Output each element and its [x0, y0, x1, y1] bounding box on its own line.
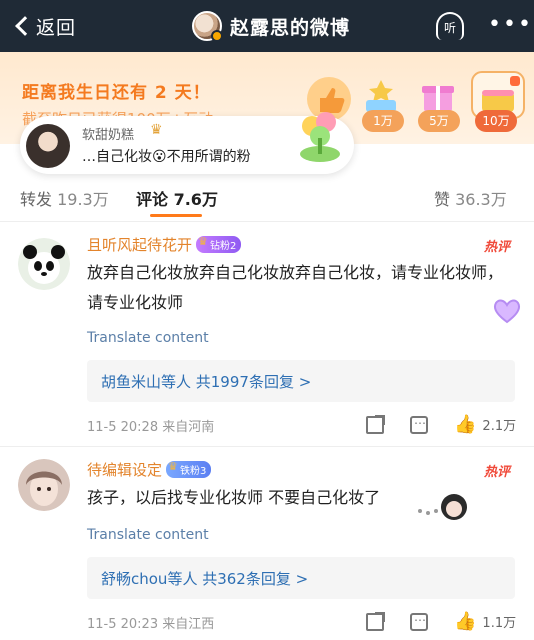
tab-comments-count: 7.6万: [173, 190, 218, 209]
crown-icon: ♛: [150, 122, 163, 138]
bubble-username: 软甜奶糕: [82, 128, 135, 143]
comment-icon[interactable]: [410, 413, 428, 434]
comment-item: 待编辑设定 铁粉3 热评 孩子，以后找专业化妆师 不要自己化妆了 Transla…: [0, 447, 534, 640]
thumbs-up-icon[interactable]: 👍: [454, 415, 476, 434]
more-button[interactable]: •••: [488, 14, 533, 36]
comment-author-row: 且听风起待花开 钻粉2: [87, 234, 242, 255]
replies-preview[interactable]: 舒畅chou等人 共362条回复 >: [87, 557, 515, 599]
comment-meta: 11-5 20:28 来自河南: [87, 420, 215, 435]
comment-actions: 👍 1.1万: [366, 610, 517, 631]
comment-username[interactable]: 待编辑设定: [87, 459, 162, 480]
avatar: [26, 124, 70, 168]
tab-repost[interactable]: 转发 19.3万: [20, 186, 109, 210]
comment-text: 放弃自己化妆放弃自己化妆放弃自己化妆，请专业化妆师，请专业化妆师: [87, 263, 504, 312]
tab-repost-count: 19.3万: [57, 190, 109, 209]
gift-box-icon: [422, 86, 454, 112]
fan-badge[interactable]: 铁粉3: [166, 460, 212, 478]
girl-sticker-icon: [418, 494, 467, 520]
translate-link[interactable]: Translate content: [87, 330, 209, 346]
tab-comments-label: 评论: [136, 190, 169, 209]
hot-comment-badge: 热评: [484, 465, 511, 480]
tab-repost-label: 转发: [20, 190, 53, 209]
translate-link[interactable]: Translate content: [87, 527, 209, 543]
replies-preview[interactable]: 胡鱼米山等人 共1997条回复 >: [87, 360, 515, 402]
cake-gift-icon: [366, 80, 396, 112]
like-count: 2.1万: [482, 419, 517, 434]
chevron-left-icon: [15, 16, 35, 36]
tab-likes-count: 36.3万: [455, 190, 507, 209]
verified-icon: [211, 30, 223, 42]
banner-title: 距离我生日还有 2 天！: [22, 83, 211, 103]
milestone-badge: 10万: [475, 110, 517, 132]
fan-badge[interactable]: 钻粉2: [196, 235, 242, 253]
share-icon[interactable]: [366, 611, 385, 631]
top-nav-bar: 返回 赵露思的微博 听 •••: [0, 0, 534, 52]
comment-icon[interactable]: [410, 610, 428, 631]
back-label: 返回: [36, 16, 77, 39]
comment-username[interactable]: 且听风起待花开: [87, 234, 192, 255]
avatar[interactable]: [18, 459, 70, 511]
page-title: 赵露思的微博: [230, 16, 351, 39]
share-icon[interactable]: [366, 414, 385, 434]
back-button[interactable]: 返回: [12, 12, 76, 40]
bubble-text: …自己化妆😮不用所谓的粉: [82, 149, 251, 165]
page-title-group[interactable]: 赵露思的微博: [192, 9, 350, 43]
heart-sticker-icon: [493, 299, 521, 324]
listen-label: 听: [443, 20, 456, 35]
active-tab-indicator: [150, 214, 202, 217]
comment-actions: 👍 2.1万: [366, 413, 517, 434]
comment-author-row: 待编辑设定 铁粉3: [87, 459, 212, 480]
tab-likes[interactable]: 赞 36.3万: [434, 186, 507, 210]
clover-sticker-icon: [300, 112, 340, 162]
comment-item: 且听风起待花开 钻粉2 热评 放弃自己化妆放弃自己化妆放弃自己化妆，请专业化妆师…: [0, 222, 534, 452]
avatar[interactable]: [18, 238, 70, 290]
tab-likes-label: 赞: [434, 190, 451, 209]
headphones-icon[interactable]: 听: [436, 12, 464, 40]
hot-comment-badge: 热评: [484, 240, 511, 255]
avatar: [192, 11, 223, 42]
milestone-badge: 1万: [362, 110, 404, 132]
tab-comments[interactable]: 评论 7.6万: [136, 186, 218, 210]
thumbs-up-icon[interactable]: 👍: [454, 612, 476, 631]
interaction-tabs: 转发 19.3万 评论 7.6万 赞 36.3万: [0, 174, 534, 222]
comment-meta: 11-5 20:23 来自江西: [87, 617, 215, 632]
milestone-badge: 5万: [418, 110, 460, 132]
like-count: 1.1万: [482, 616, 517, 631]
